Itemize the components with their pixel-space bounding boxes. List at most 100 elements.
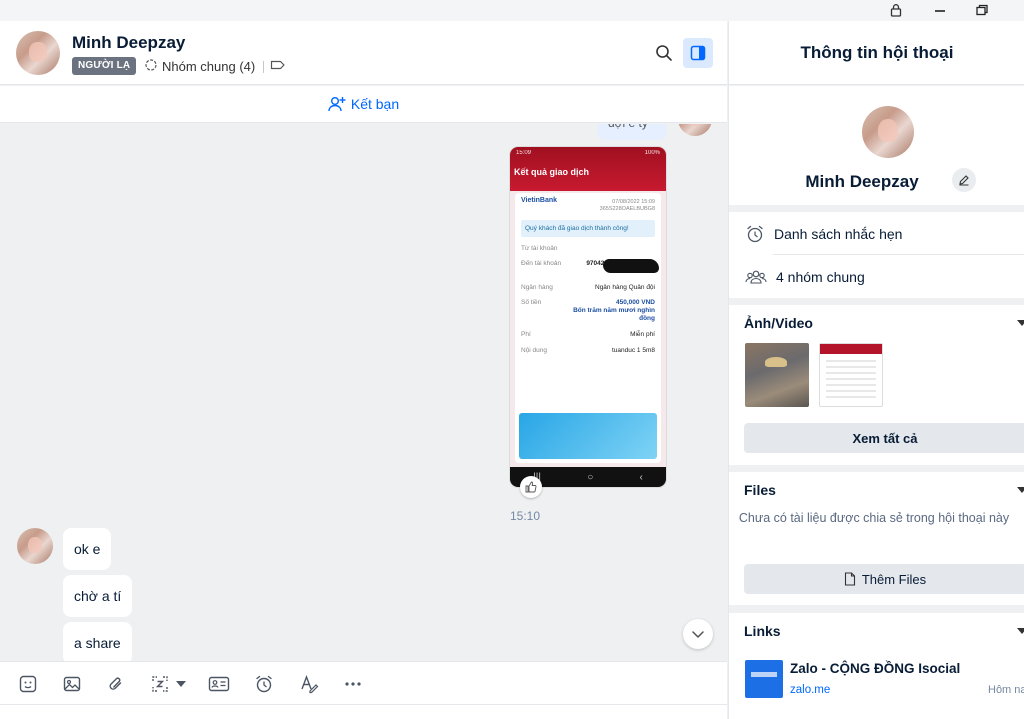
receipt-success: Quý khách đã giao dịch thành công!: [521, 220, 655, 237]
outgoing-message[interactable]: đợi e tý: [598, 124, 666, 140]
incoming-message[interactable]: a share: [63, 622, 132, 661]
common-groups-item[interactable]: 4 nhóm chung: [729, 255, 1024, 298]
screenshot-icon: [152, 676, 168, 692]
scroll-to-bottom-button[interactable]: [683, 619, 713, 649]
panel-title: Thông tin hội thoại: [729, 21, 1024, 85]
media-title[interactable]: Ảnh/Video: [744, 315, 813, 331]
redaction-scribble: [603, 259, 659, 273]
content-value: tuanduc 1 5m8: [611, 346, 655, 354]
collapse-caret-icon[interactable]: [1017, 628, 1024, 634]
users-icon: [745, 270, 767, 284]
reminder-button[interactable]: [251, 671, 277, 697]
receipt-date: 07/08/2022 15:09: [612, 199, 655, 205]
promo-banner: [519, 413, 657, 459]
link-title[interactable]: Zalo - CỘNG ĐỒNG Isocial: [790, 661, 960, 676]
common-groups-label: Nhóm chung (4): [162, 58, 256, 74]
contact-card-icon: [208, 676, 230, 692]
thumbs-up-icon: [525, 481, 537, 493]
files-section: Files Chưa có tài liệu được chia sẻ tron…: [729, 472, 1024, 605]
reminder-list-label: Danh sách nhắc hẹn: [774, 225, 903, 242]
bank-value: Ngân hàng Quân đội: [595, 283, 655, 291]
caret-down-icon: [176, 681, 186, 687]
add-user-icon: [328, 97, 346, 112]
fee-value: Miễn phí: [630, 330, 655, 338]
media-thumbnail[interactable]: [745, 343, 809, 407]
link-date: Hôm nay: [988, 684, 1024, 696]
restore-button[interactable]: [964, 0, 1000, 20]
add-files-label: Thêm Files: [861, 571, 927, 587]
profile-name: Minh Deepzay: [805, 172, 919, 191]
files-title[interactable]: Files: [744, 482, 776, 498]
ellipsis-icon: [345, 682, 361, 686]
collapse-caret-icon[interactable]: [1017, 320, 1024, 326]
like-reaction-button[interactable]: [520, 476, 542, 498]
attach-file-button[interactable]: [103, 671, 129, 697]
add-files-button[interactable]: Thêm Files: [744, 564, 1024, 594]
chevron-down-icon: [692, 631, 704, 638]
contact-card-button[interactable]: [206, 671, 232, 697]
sticker-icon: [19, 675, 37, 693]
message-list[interactable]: đợi e tý 15:09100% Kết quả giao dịch Vie…: [0, 124, 727, 661]
alarm-clock-icon: [256, 675, 272, 693]
content-label: Nội dung: [521, 346, 548, 354]
from-label: Từ tài khoản: [521, 245, 558, 252]
divider: [263, 61, 264, 73]
view-all-media-button[interactable]: Xem tất cả: [744, 423, 1024, 453]
message-input-area[interactable]: [0, 704, 727, 719]
text-format-icon: [301, 675, 319, 694]
screenshot-options-dropdown[interactable]: [172, 671, 190, 697]
text-format-button[interactable]: [296, 671, 322, 697]
add-friend-bar: Kết bạn: [0, 86, 727, 123]
message-time: 15:10: [510, 509, 541, 523]
profile-section: Minh Deepzay: [729, 86, 1024, 205]
receipt-battery: 100%: [644, 150, 660, 156]
image-button[interactable]: [59, 671, 85, 697]
receipt-title: Kết quả giao dịch: [514, 167, 590, 177]
conversation-info-panel: Thông tin hội thoại Minh Deepzay Danh sá…: [728, 21, 1024, 719]
contact-name[interactable]: Minh Deepzay: [72, 33, 185, 53]
links-title[interactable]: Links: [744, 623, 781, 639]
add-friend-label: Kết bạn: [350, 96, 400, 112]
edit-nickname-button[interactable]: [952, 168, 976, 192]
common-groups-link[interactable]: Nhóm chung (4): [144, 57, 255, 75]
paperclip-icon: [109, 677, 122, 690]
amount-label: Số tiền: [521, 299, 542, 307]
search-icon[interactable]: [652, 41, 676, 65]
sticker-button[interactable]: [15, 671, 41, 697]
common-groups-label: 4 nhóm chung: [776, 268, 865, 285]
toggle-info-panel-button[interactable]: [683, 38, 713, 68]
incoming-message[interactable]: ok e: [63, 528, 112, 570]
media-section: Ảnh/Video Xem tất cả: [729, 305, 1024, 465]
add-friend-button[interactable]: Kết bạn: [328, 96, 399, 112]
own-avatar: [678, 124, 712, 136]
lock-icon[interactable]: [878, 0, 914, 20]
stranger-badge: NGƯỜI LẠ: [72, 57, 137, 75]
link-thumbnail[interactable]: [745, 660, 783, 698]
group-icon: [144, 58, 158, 75]
incoming-message[interactable]: chờ a tí: [63, 575, 133, 617]
image-message-receipt[interactable]: 15:09 100% Kết quả giao dịch VietinBank 0…: [510, 147, 666, 487]
contact-avatar[interactable]: [16, 31, 60, 75]
receipt-status-time: 15:09: [516, 150, 532, 156]
window-titlebar: [0, 0, 1024, 21]
reminder-list-item[interactable]: Danh sách nhắc hẹn: [729, 212, 1024, 255]
link-domain[interactable]: zalo.me: [790, 684, 830, 696]
screenshot-button[interactable]: [147, 671, 173, 697]
fee-label: Phí: [521, 330, 531, 338]
contact-avatar-small[interactable]: [17, 528, 53, 564]
collapse-caret-icon[interactable]: [1017, 487, 1024, 493]
profile-avatar[interactable]: [862, 106, 914, 158]
sidebar-panel-icon: [690, 45, 706, 61]
panel-menu: Danh sách nhắc hẹn 4 nhóm chung: [729, 212, 1024, 298]
minimize-button[interactable]: [922, 0, 958, 20]
media-thumbnail[interactable]: [819, 343, 883, 407]
image-icon: [63, 676, 81, 692]
bank-label: Ngân hàng: [521, 283, 553, 291]
file-icon: [844, 572, 855, 586]
tag-icon[interactable]: [270, 58, 286, 77]
amount-value: 450,000 VND Bốn trăm năm mươi nghìn đồng: [573, 299, 655, 322]
composer-toolbar: [0, 661, 727, 704]
more-options-button[interactable]: [340, 671, 366, 697]
alarm-clock-icon: [747, 225, 763, 242]
files-empty-text: Chưa có tài liệu được chia sẻ trong hội …: [738, 511, 1010, 525]
